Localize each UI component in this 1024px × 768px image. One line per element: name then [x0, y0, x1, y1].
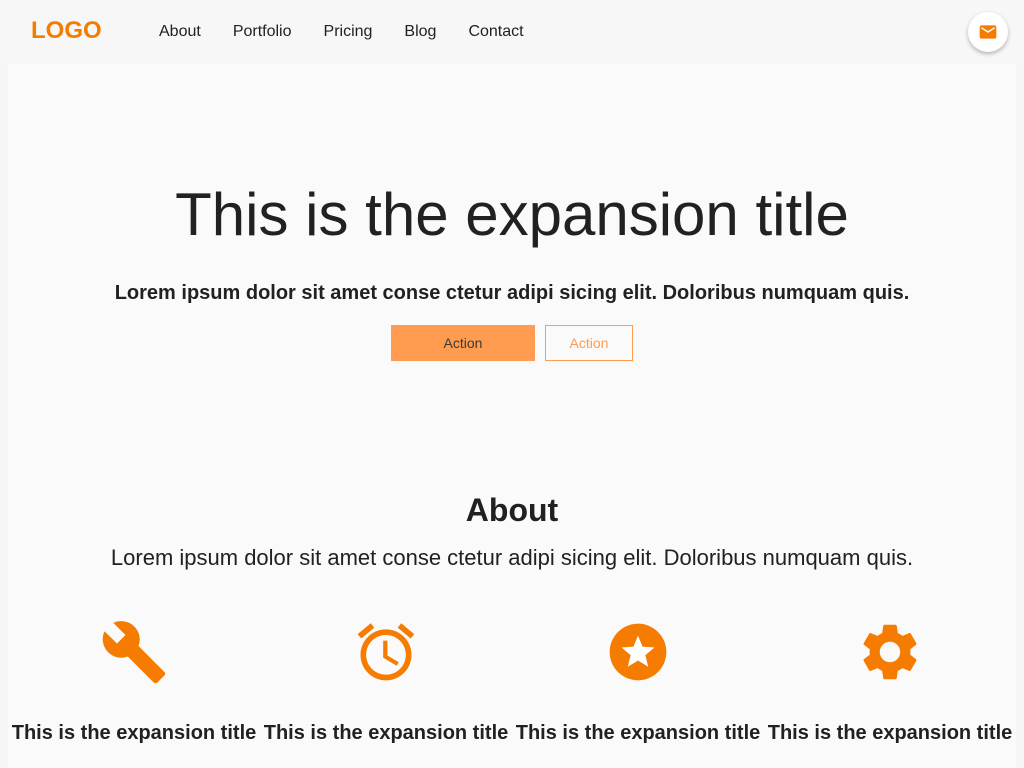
feature-title: This is the expansion title	[767, 722, 1013, 744]
about-heading: About	[465, 492, 559, 528]
top-navbar: LOGO About Portfolio Pricing Blog Contac…	[0, 0, 1024, 64]
logo[interactable]: LOGO	[31, 17, 102, 45]
alarm-clock-icon	[352, 618, 420, 686]
feature-item: This is the expansion title	[8, 618, 260, 745]
feature-item: This is the expansion title	[764, 618, 1016, 745]
hero-actions: Action Action	[391, 325, 633, 361]
nav-links: About Portfolio Pricing Blog Contact	[143, 0, 540, 64]
about-text: Lorem ipsum dolor sit amet conse ctetur …	[110, 545, 914, 570]
nav-link-pricing[interactable]: Pricing	[308, 23, 389, 41]
main-content: This is the expansion title Lorem ipsum …	[8, 64, 1016, 768]
feature-item: This is the expansion title	[260, 618, 512, 745]
nav-link-portfolio[interactable]: Portfolio	[217, 23, 308, 41]
secondary-action-button[interactable]: Action	[545, 325, 633, 361]
primary-action-button[interactable]: Action	[391, 325, 535, 361]
star-circle-icon	[604, 618, 672, 686]
gear-icon	[856, 618, 924, 686]
feature-title: This is the expansion title	[11, 722, 257, 744]
nav-link-about[interactable]: About	[143, 23, 217, 41]
hero-title: This is the expansion title	[175, 181, 849, 248]
feature-item: This is the expansion title	[512, 618, 764, 745]
feature-title: This is the expansion title	[515, 722, 761, 744]
nav-link-blog[interactable]: Blog	[388, 23, 452, 41]
mail-button[interactable]	[968, 12, 1008, 52]
feature-title: This is the expansion title	[263, 722, 509, 744]
nav-link-contact[interactable]: Contact	[452, 23, 539, 41]
hero-subtitle: Lorem ipsum dolor sit amet conse ctetur …	[114, 282, 910, 304]
features-row: This is the expansion title This is the …	[8, 618, 1016, 745]
wrench-icon	[100, 618, 168, 686]
mail-icon	[979, 25, 997, 39]
